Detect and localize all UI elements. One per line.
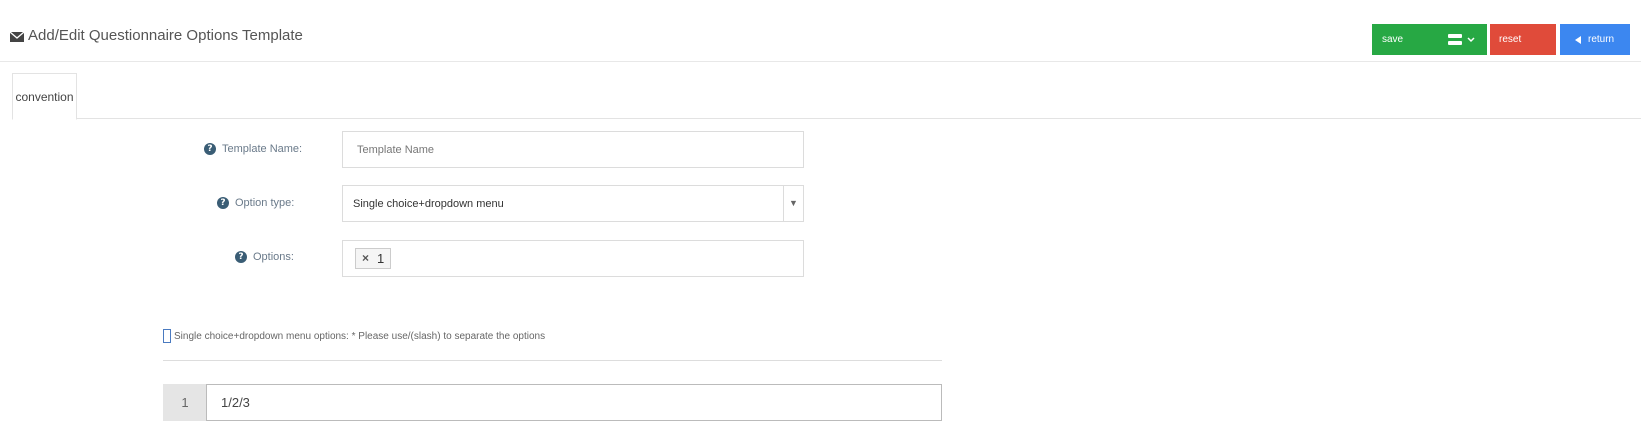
template-name-input[interactable] bbox=[342, 131, 804, 168]
tab-convention[interactable]: convention bbox=[12, 73, 77, 120]
row-number: 1 bbox=[163, 384, 207, 421]
options-label-text: Options: bbox=[253, 251, 294, 263]
envelope-icon bbox=[10, 32, 24, 42]
option-type-label: ? Option type: bbox=[217, 197, 294, 209]
page-header: Add/Edit Questionnaire Options Template … bbox=[0, 0, 1641, 62]
chevron-down-icon bbox=[1467, 36, 1475, 42]
page-title: Add/Edit Questionnaire Options Template bbox=[10, 27, 303, 44]
options-note: Single choice+dropdown menu options: * P… bbox=[163, 329, 545, 343]
remove-tag-icon[interactable]: × bbox=[362, 249, 369, 268]
page-title-text: Add/Edit Questionnaire Options Template bbox=[28, 27, 303, 44]
option-tag-text: 1 bbox=[377, 251, 385, 266]
option-tag: × 1 bbox=[355, 248, 391, 269]
return-button[interactable]: return bbox=[1560, 24, 1630, 55]
back-arrow-icon bbox=[1575, 36, 1581, 44]
help-icon[interactable]: ? bbox=[204, 143, 216, 155]
options-note-text: Single choice+dropdown menu options: * P… bbox=[174, 330, 546, 342]
tab-bar: convention bbox=[12, 73, 1641, 120]
option-row-input[interactable]: 1/2/3 bbox=[206, 384, 942, 421]
options-tag-input[interactable]: × 1 bbox=[342, 240, 804, 277]
option-type-select[interactable]: Single choice+dropdown menu ▼ bbox=[342, 185, 804, 222]
option-type-label-text: Option type: bbox=[235, 197, 295, 209]
help-icon[interactable]: ? bbox=[217, 197, 229, 209]
section-divider bbox=[163, 360, 942, 361]
reset-button[interactable]: reset bbox=[1490, 24, 1556, 55]
return-button-label: return bbox=[1588, 34, 1615, 45]
note-checkbox[interactable] bbox=[163, 329, 171, 343]
save-button-label: save bbox=[1382, 34, 1404, 45]
save-button[interactable]: save bbox=[1372, 24, 1487, 55]
save-options-dropdown[interactable] bbox=[1448, 33, 1478, 46]
options-label: ? Options: bbox=[235, 251, 294, 263]
template-name-label: ? Template Name: bbox=[204, 143, 302, 155]
help-icon[interactable]: ? bbox=[235, 251, 247, 263]
list-icon bbox=[1448, 34, 1462, 45]
dropdown-arrow-icon[interactable]: ▼ bbox=[783, 186, 803, 221]
template-name-label-text: Template Name: bbox=[222, 143, 303, 155]
reset-button-label: reset bbox=[1499, 34, 1522, 45]
option-type-value: Single choice+dropdown menu bbox=[353, 198, 504, 210]
